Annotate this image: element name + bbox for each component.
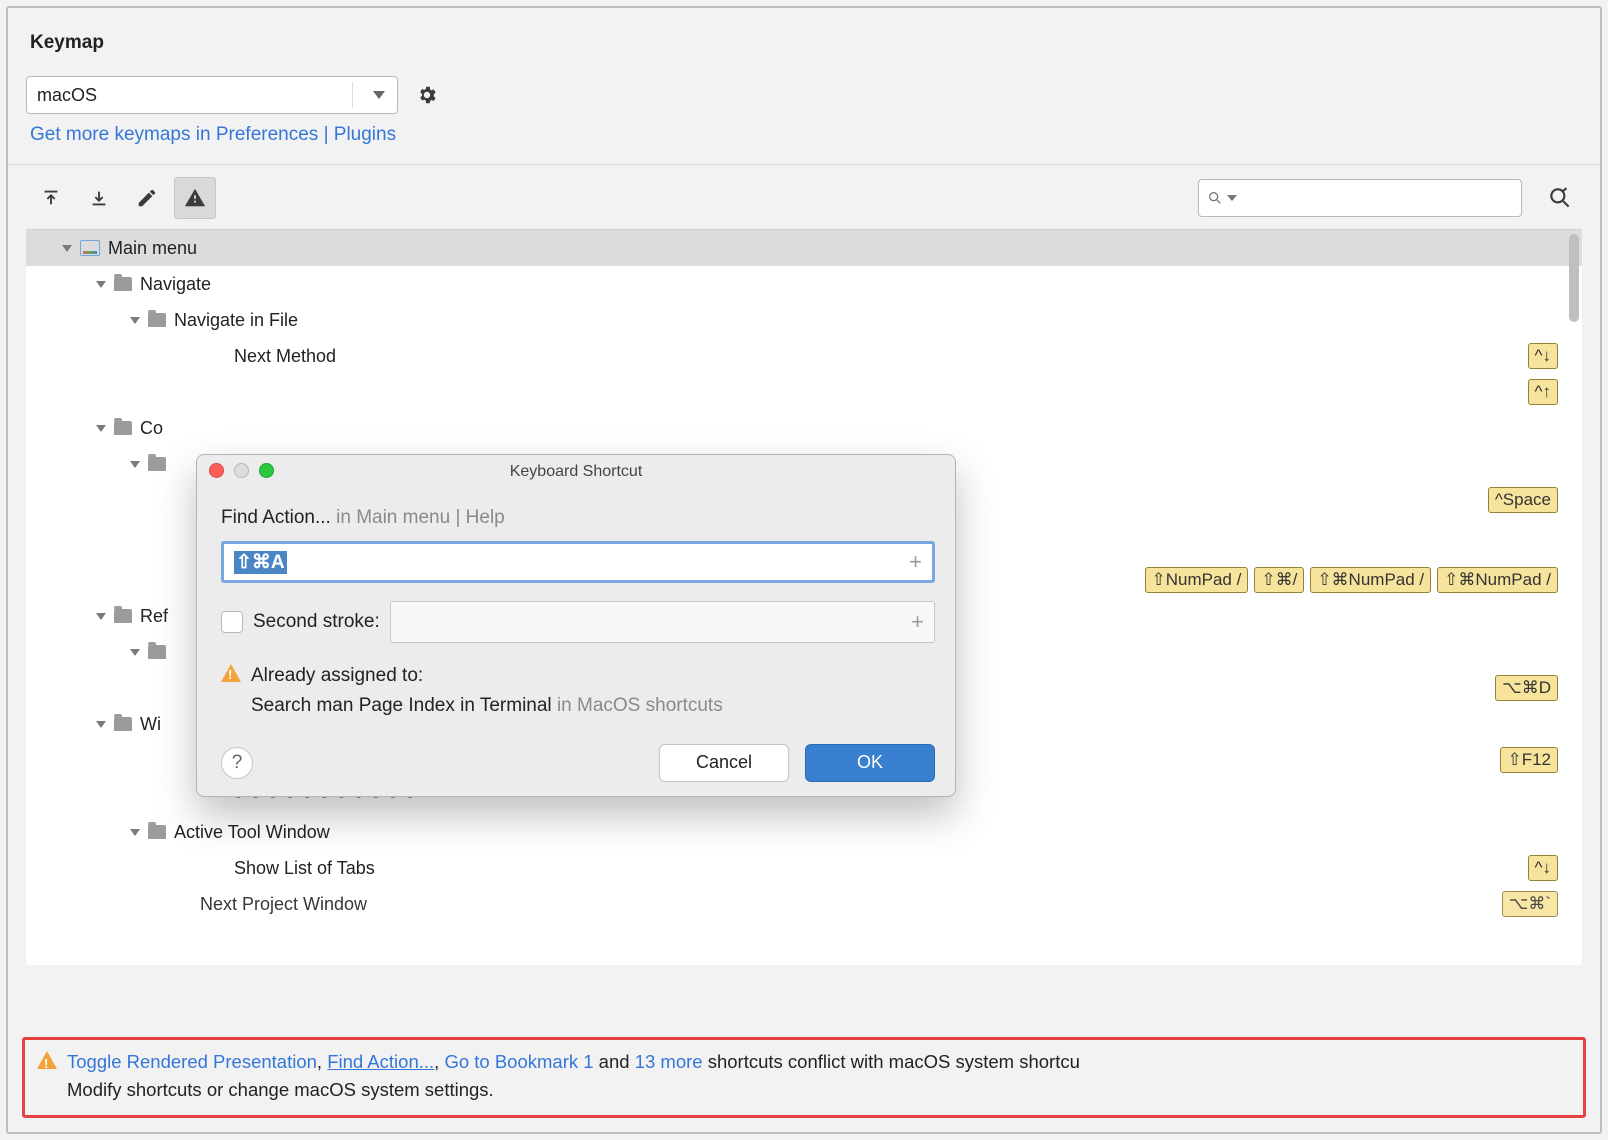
cancel-button[interactable]: Cancel [659,744,789,782]
close-icon[interactable] [209,463,224,478]
tree-row-navigate-in-file[interactable]: Navigate in File [26,302,1582,338]
second-stroke-checkbox[interactable] [221,611,243,633]
tree-label: Co [140,418,163,439]
minimize-icon [234,463,249,478]
chevron-down-icon [130,829,140,836]
conflict-link[interactable]: Toggle Rendered Presentation [67,1051,317,1072]
warning-icon [221,664,241,682]
tree-label: Main menu [108,238,197,259]
shortcut-badge: ^↑ [1528,379,1558,405]
folder-icon [148,313,166,327]
second-stroke-label: Second stroke: [253,611,380,633]
dialog-action-path: in Main menu | Help [336,507,505,528]
shortcut-badge: ⌥⌘D [1495,675,1558,701]
shortcut-badge: ⇧NumPad / [1145,567,1249,593]
dialog-titlebar[interactable]: Keyboard Shortcut [197,455,955,489]
shortcut-badge: ⇧⌘/ [1254,567,1304,593]
shortcut-badge: ^↓ [1528,343,1558,369]
tree-label: Next Method [234,346,336,367]
tree-row-main-menu[interactable]: Main menu [26,230,1582,266]
find-by-shortcut-icon[interactable] [1542,180,1578,216]
folder-icon [114,717,132,731]
keymap-select-value: macOS [37,85,97,106]
edit-icon[interactable] [126,177,168,219]
conflict-link-find-action[interactable]: Find Action... [327,1051,434,1072]
tree-row[interactable]: ^↑ [26,374,1582,410]
second-stroke-input[interactable]: + [390,601,935,643]
assigned-source: in MacOS shortcuts [557,695,723,716]
keymap-select[interactable]: macOS [26,76,398,114]
conflict-banner: Toggle Rendered Presentation, Find Actio… [22,1037,1586,1118]
chevron-down-icon [96,721,106,728]
chevron-down-icon [130,317,140,324]
tree-label: Wi [140,714,161,735]
conflict-more-link[interactable]: 13 more [635,1051,703,1072]
tree-label: Next Project Window [200,894,367,915]
tree-label: Active Tool Window [174,822,330,843]
first-stroke-input[interactable]: ⇧⌘A + [221,541,935,583]
tree-row[interactable]: Co [26,410,1582,446]
help-button[interactable]: ? [221,747,253,779]
keymap-toolbar [26,177,1582,229]
plus-icon[interactable]: + [911,609,924,635]
collapse-all-icon[interactable] [78,177,120,219]
folder-icon [114,277,132,291]
assigned-heading: Already assigned to: [251,661,723,691]
folder-icon [114,609,132,623]
more-keymaps-link[interactable]: Get more keymaps in Preferences | Plugin… [30,124,1582,146]
tree-row-navigate[interactable]: Navigate [26,266,1582,302]
keyboard-shortcut-dialog: Keyboard Shortcut Find Action... in Main… [196,454,956,797]
search-input[interactable] [1198,179,1522,217]
tree-row-show-list-tabs[interactable]: Show List of Tabs ^↓ [26,850,1582,886]
chevron-down-icon [62,245,72,252]
shortcut-badge: ^↓ [1528,855,1558,881]
assigned-action: Search man Page Index in Terminal [251,695,552,716]
tree-row-next-method[interactable]: Next Method ^↓ [26,338,1582,374]
first-stroke-value: ⇧⌘A [234,551,287,574]
section-divider [8,164,1600,165]
scrollbar-thumb[interactable] [1569,234,1579,322]
chevron-down-icon [96,613,106,620]
folder-icon [148,457,166,471]
conflict-hint: Modify shortcuts or change macOS system … [67,1076,1573,1105]
tree-label: Navigate [140,274,211,295]
tree-label: Navigate in File [174,310,298,331]
warning-icon [37,1051,57,1069]
conflicts-icon[interactable] [174,177,216,219]
dialog-title: Keyboard Shortcut [510,463,643,481]
tree-label: Ref [140,606,168,627]
gear-icon[interactable] [414,82,440,108]
shortcut-badge: ⇧F12 [1500,747,1558,773]
conflict-link[interactable]: Go to Bookmark 1 [444,1051,593,1072]
chevron-down-icon [96,425,106,432]
plus-icon[interactable]: + [909,549,922,575]
folder-icon [114,421,132,435]
folder-icon [148,825,166,839]
main-menu-icon [80,240,100,256]
dialog-action-name: Find Action... [221,507,331,528]
search-input-field[interactable] [1243,189,1513,208]
search-icon [1207,190,1223,206]
expand-all-icon[interactable] [30,177,72,219]
chevron-down-icon [1227,195,1237,201]
ok-button[interactable]: OK [805,744,935,782]
folder-icon [148,645,166,659]
tree-label: Show List of Tabs [234,858,375,879]
chevron-down-icon [130,461,140,468]
chevron-down-icon [130,649,140,656]
chevron-down-icon [96,281,106,288]
chevron-down-icon [373,91,385,99]
zoom-icon[interactable] [259,463,274,478]
tree-row-active-tool-window[interactable]: Active Tool Window [26,814,1582,850]
shortcut-badge: ⌥⌘` [1502,891,1558,917]
shortcut-badge: ^Space [1488,487,1558,513]
tree-row-next-project-window[interactable]: Next Project Window ⌥⌘` [26,886,1582,922]
shortcut-badge: ⇧⌘NumPad / [1310,567,1431,593]
shortcut-badge: ⇧⌘NumPad / [1437,567,1558,593]
page-title: Keymap [30,32,1582,54]
